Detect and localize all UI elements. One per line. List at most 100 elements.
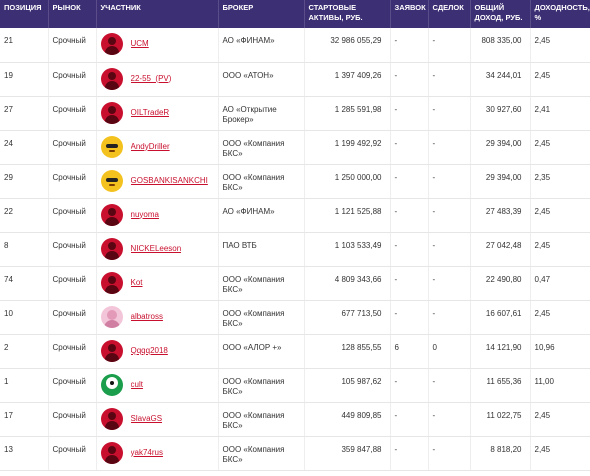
cell-deals: - [428,164,471,199]
cell-total-income: 808 335,00 [470,28,531,63]
red-user-icon[interactable] [100,67,123,90]
cell-start-assets: 359 847,88 [304,436,391,471]
red-user-icon[interactable] [100,407,123,430]
cell-market: Срочный [48,62,97,97]
cell-participant: SlavaGS [96,402,219,437]
table-row: 10 Срочный albatross ООО «Компания БКС» … [0,300,590,335]
participant-link[interactable]: albatross [131,312,163,322]
green-photo-avatar-icon[interactable] [100,373,123,396]
cell-yield: 2,45 [530,62,590,97]
participant-link[interactable]: NICKELeeson [131,244,182,254]
cell-broker: АО «ФИНАМ» [218,28,305,63]
red-user-icon[interactable] [100,33,123,55]
red-user-icon[interactable] [100,339,123,362]
pink-photo-avatar-icon[interactable] [100,305,123,328]
cell-yield: 0,47 [530,266,590,301]
cell-position: 74 [0,266,49,301]
cell-start-assets: 4 809 343,66 [304,266,391,301]
cell-broker: АО «Открытие Брокер» [218,96,305,131]
participant-link[interactable]: OILTradeR [131,108,170,118]
cell-deals: - [428,436,471,471]
header-start-assets[interactable]: СТАРТОВЫЕ АКТИВЫ, РУБ. [304,0,391,28]
cell-market: Срочный [48,164,97,199]
cell-total-income: 27 042,48 [470,232,531,267]
cell-orders: - [390,300,429,335]
participant-link[interactable]: cult [131,380,143,390]
participant-link[interactable]: SlavaGS [131,414,163,424]
cell-participant: cult [96,368,219,403]
cell-start-assets: 1 285 591,98 [304,96,391,131]
cell-orders: - [390,266,429,301]
red-user-icon[interactable] [100,441,123,464]
cell-orders: - [390,436,429,471]
participant-link[interactable]: nuyoma [131,210,159,220]
cell-broker: ПАО ВТБ [218,232,305,267]
table-row: 2 Срочный Qqqq2018 ООО «АЛОР +» 128 855,… [0,334,590,369]
header-participant[interactable]: УЧАСТНИК [96,0,219,28]
cell-position: 1 [0,368,49,403]
table-body: 21 Срочный UCM АО «ФИНАМ» 32 986 055,29 … [0,28,590,471]
cell-position: 29 [0,164,49,199]
red-user-icon[interactable] [100,271,123,294]
cell-yield: 2,45 [530,300,590,335]
cell-deals: - [428,266,471,301]
cell-position: 22 [0,198,49,233]
cell-yield: 2,45 [530,28,590,63]
header-total-income[interactable]: ОБЩИЙ ДОХОД, РУБ. [470,0,531,28]
cell-participant: Kot [96,266,219,301]
red-user-icon[interactable] [100,237,123,260]
cell-broker: ООО «Компания БКС» [218,436,305,471]
table-header: ПОЗИЦИЯ РЫНОК УЧАСТНИК БРОКЕР СТАРТОВЫЕ … [0,0,590,28]
header-orders[interactable]: ЗАЯВОК [390,0,429,28]
cell-participant: Qqqq2018 [96,334,219,369]
header-yield[interactable]: ДОХОДНОСТЬ, % [530,0,590,28]
cell-orders: - [390,164,429,199]
cell-market: Срочный [48,96,97,131]
cell-deals: - [428,28,471,63]
cell-yield: 2,45 [530,436,590,471]
cell-orders: - [390,232,429,267]
cell-start-assets: 1 199 492,92 [304,130,391,165]
header-broker[interactable]: БРОКЕР [218,0,305,28]
cell-market: Срочный [48,28,97,63]
header-market[interactable]: РЫНОК [48,0,97,28]
cell-start-assets: 449 809,85 [304,402,391,437]
cell-orders: - [390,62,429,97]
cell-orders: 6 [390,334,429,369]
sunglasses-avatar-icon[interactable] [100,135,123,158]
participant-link[interactable]: UCM [131,39,149,49]
participant-link[interactable]: Qqqq2018 [131,346,168,356]
cell-deals: - [428,62,471,97]
red-user-icon[interactable] [100,101,123,124]
cell-total-income: 30 927,60 [470,96,531,131]
participant-link[interactable]: AndyDriller [131,142,170,152]
cell-market: Срочный [48,402,97,437]
cell-market: Срочный [48,436,97,471]
participant-link[interactable]: Kot [131,278,143,288]
cell-orders: - [390,130,429,165]
participant-link[interactable]: yak74rus [131,448,163,458]
emoji-avatar-icon[interactable] [100,169,123,192]
header-deals[interactable]: СДЕЛОК [428,0,471,28]
cell-market: Срочный [48,334,97,369]
cell-total-income: 11 022,75 [470,402,531,437]
header-position[interactable]: ПОЗИЦИЯ [0,0,49,28]
cell-position: 21 [0,28,49,63]
table-row: 27 Срочный OILTradeR АО «Открытие Брокер… [0,96,590,131]
table-row: 22 Срочный nuyoma АО «ФИНАМ» 1 121 525,8… [0,198,590,233]
red-user-icon[interactable] [100,203,123,226]
participant-link[interactable]: 22-55_(PV) [131,74,172,84]
table-row: 19 Срочный 22-55_(PV) ООО «АТОН» 1 397 4… [0,62,590,97]
cell-orders: - [390,28,429,63]
cell-market: Срочный [48,266,97,301]
cell-participant: NICKELeeson [96,232,219,267]
participant-link[interactable]: GOSBANKISANKCHI [131,176,208,186]
cell-deals: - [428,198,471,233]
cell-yield: 2,45 [530,130,590,165]
cell-start-assets: 1 250 000,00 [304,164,391,199]
table-row: 17 Срочный SlavaGS ООО «Компания БКС» 44… [0,402,590,437]
cell-total-income: 16 607,61 [470,300,531,335]
cell-market: Срочный [48,232,97,267]
cell-position: 17 [0,402,49,437]
cell-broker: ООО «АЛОР +» [218,334,305,369]
